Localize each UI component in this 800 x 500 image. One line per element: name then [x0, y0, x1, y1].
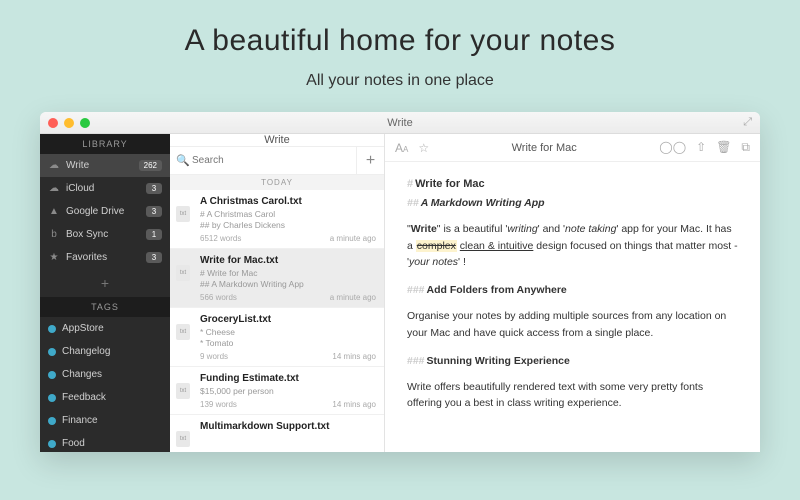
note-preview — [200, 434, 376, 445]
font-icon[interactable]: AA — [395, 141, 408, 155]
sidebar-item-label: Google Drive — [66, 206, 140, 217]
new-note-button[interactable]: + — [356, 147, 384, 174]
note-title: Write for Mac.txt — [200, 255, 376, 266]
count-badge: 3 — [146, 183, 162, 194]
tag-changelog[interactable]: Changelog — [40, 340, 170, 363]
fullscreen-icon[interactable]: ⤢ — [743, 116, 752, 129]
tag-icon — [48, 440, 56, 448]
tag-label: Feedback — [62, 392, 162, 403]
count-badge: 262 — [139, 160, 162, 171]
sidebar-item-google-drive[interactable]: ▲ Google Drive 3 — [40, 200, 170, 223]
today-header: TODAY — [170, 175, 384, 190]
file-icon: txt — [176, 265, 190, 281]
note-preview: $15,000 per person — [200, 386, 376, 397]
note-time: 14 mins ago — [332, 352, 376, 361]
note-title: GroceryList.txt — [200, 314, 376, 325]
export-icon[interactable]: ⧉ — [741, 140, 750, 155]
count-badge: 3 — [146, 252, 162, 263]
tag-icon — [48, 371, 56, 379]
add-source-button[interactable]: + — [40, 269, 170, 297]
sidebar-item-label: Favorites — [66, 252, 140, 263]
search-input[interactable] — [170, 155, 356, 166]
note-time: a minute ago — [330, 234, 376, 243]
note-title: Multimarkdown Support.txt — [200, 421, 376, 432]
share-icon[interactable]: ⇧ — [696, 140, 706, 155]
note-list: Write 🔍 + TODAY txt A Christmas Carol.txt… — [170, 134, 385, 452]
tag-label: AppStore — [62, 323, 162, 334]
source-icon: ▲ — [48, 206, 60, 217]
editor: AA ☆ Write for Mac ◯◯ ⇧ 🗑 ⧉ #Write for M… — [385, 134, 760, 452]
count-badge: 3 — [146, 206, 162, 217]
sidebar-item-label: Write — [66, 160, 133, 171]
note-title: A Christmas Carol.txt — [200, 196, 376, 207]
source-icon: ★ — [48, 252, 60, 263]
word-count: 139 words — [200, 400, 237, 409]
tag-appstore[interactable]: AppStore — [40, 317, 170, 340]
library-header: LIBRARY — [40, 134, 170, 154]
hero-title: A beautiful home for your notes — [185, 24, 616, 58]
window-title: Write — [40, 117, 760, 129]
source-icon: ☁ — [48, 160, 60, 171]
tag-icon — [48, 325, 56, 333]
sidebar-item-write[interactable]: ☁ Write 262 — [40, 154, 170, 177]
trash-icon[interactable]: 🗑 — [716, 140, 731, 155]
source-icon: b — [48, 229, 60, 240]
tag-feedback[interactable]: Feedback — [40, 386, 170, 409]
tag-label: Changes — [62, 369, 162, 380]
file-icon: txt — [176, 324, 190, 340]
sidebar-item-box-sync[interactable]: b Box Sync 1 — [40, 223, 170, 246]
sidebar: LIBRARY ☁ Write 262 ☁ iCloud 3 ▲ Google Drive 3 b… — [40, 134, 170, 452]
note-item[interactable]: txt Funding Estimate.txt $15,000 per perso… — [170, 367, 384, 415]
tag-changes[interactable]: Changes — [40, 363, 170, 386]
sidebar-item-label: iCloud — [66, 183, 140, 194]
tag-icon — [48, 417, 56, 425]
sidebar-item-label: Box Sync — [66, 229, 140, 240]
note-item[interactable]: txt A Christmas Carol.txt # A Christmas Ca… — [170, 190, 384, 249]
search-icon: 🔍 — [176, 154, 190, 167]
sidebar-item-favorites[interactable]: ★ Favorites 3 — [40, 246, 170, 269]
note-preview: # A Christmas Carol## by Charles Dickens — [200, 209, 376, 231]
note-preview: * Cheese* Tomato — [200, 327, 376, 349]
note-item[interactable]: txt Write for Mac.txt # Write for Mac## A … — [170, 249, 384, 308]
tag-icon — [48, 394, 56, 402]
note-preview: # Write for Mac## A Markdown Writing App — [200, 268, 376, 290]
tag-icon — [48, 348, 56, 356]
app-window: Write ⤢ LIBRARY ☁ Write 262 ☁ iCloud 3 ▲ Google… — [40, 112, 760, 452]
note-time: 14 mins ago — [332, 400, 376, 409]
note-item[interactable]: txt Multimarkdown Support.txt — [170, 415, 384, 452]
file-icon: txt — [176, 431, 190, 447]
file-icon: txt — [176, 383, 190, 399]
note-title: Funding Estimate.txt — [200, 373, 376, 384]
titlebar: Write ⤢ — [40, 112, 760, 134]
tag-finance[interactable]: Finance — [40, 409, 170, 432]
word-count: 9 words — [200, 352, 228, 361]
editor-title: Write for Mac — [439, 142, 649, 154]
tags-header: TAGS — [40, 297, 170, 317]
editor-content[interactable]: #Write for Mac ##A Markdown Writing App … — [385, 162, 760, 436]
notelist-title: Write — [170, 134, 384, 146]
note-time: a minute ago — [330, 293, 376, 302]
word-count: 566 words — [200, 293, 237, 302]
view-icon[interactable]: ◯◯ — [659, 140, 686, 155]
source-icon: ☁ — [48, 183, 60, 194]
tag-label: Finance — [62, 415, 162, 426]
tag-food[interactable]: Food — [40, 432, 170, 452]
star-icon[interactable]: ☆ — [418, 141, 429, 155]
note-item[interactable]: txt GroceryList.txt * Cheese* Tomato 9 word… — [170, 308, 384, 367]
word-count: 6512 words — [200, 234, 241, 243]
hero-subtitle: All your notes in one place — [185, 72, 616, 90]
sidebar-item-icloud[interactable]: ☁ iCloud 3 — [40, 177, 170, 200]
tag-label: Food — [62, 438, 162, 449]
file-icon: txt — [176, 206, 190, 222]
count-badge: 1 — [146, 229, 162, 240]
tag-label: Changelog — [62, 346, 162, 357]
